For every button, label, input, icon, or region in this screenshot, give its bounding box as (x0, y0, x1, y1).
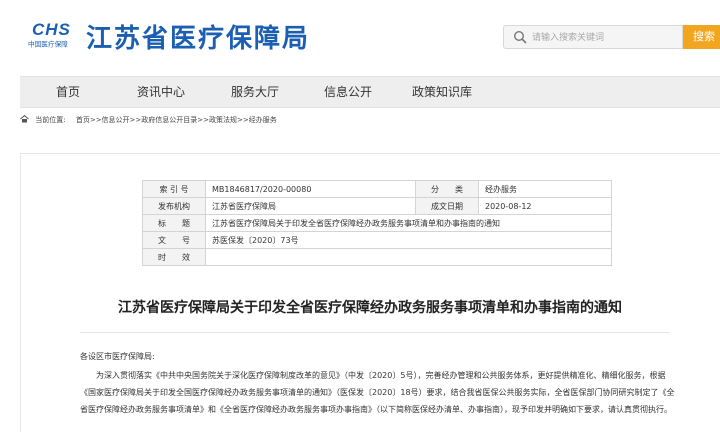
site-header: CHS 中国医疗保障 江苏省医疗保障局 搜索 (0, 0, 720, 76)
table-row: 文 号 苏医保发〔2020〕73号 (142, 231, 612, 249)
site-logo[interactable]: CHS 中国医疗保障 (28, 20, 78, 54)
site-title[interactable]: 江苏省医疗保障局 (86, 18, 310, 55)
category-label: 分 类 (415, 180, 479, 198)
document-salutation: 各设区市医疗保障局: (80, 352, 155, 361)
search-icon (513, 30, 527, 44)
document-body: 各设区市医疗保障局: 为深入贯彻落实《中共中央国务院关于深化医疗保障制度改革的意… (80, 348, 676, 418)
document-paragraph: 为深入贯彻落实《中共中央国务院关于深化医疗保障制度改革的意见》（中发〔2020〕… (80, 371, 675, 414)
table-row: 发布机构 江苏省医疗保障局 成文日期 2020-08-12 (142, 197, 612, 215)
table-row: 时 效 (142, 248, 612, 266)
document-info-table: 索 引 号 MB1846817/2020-00080 分 类 经办服务 发布机构… (142, 180, 612, 266)
nav-item-policy-library[interactable]: 政策知识库 (412, 77, 472, 107)
category-value: 经办服务 (478, 180, 612, 198)
nav-item-news[interactable]: 资讯中心 (137, 77, 185, 107)
validity-label: 时 效 (142, 248, 206, 266)
date-value: 2020-08-12 (478, 197, 612, 215)
nav-item-home[interactable]: 首页 (56, 77, 80, 107)
nav-item-service-hall[interactable]: 服务大厅 (231, 77, 279, 107)
subject-label: 标 题 (142, 214, 206, 232)
issuer-label: 发布机构 (142, 197, 206, 215)
issuer-value: 江苏省医疗保障局 (205, 197, 416, 215)
search-input[interactable] (532, 29, 677, 45)
nav-item-info-disclosure[interactable]: 信息公开 (324, 77, 372, 107)
index-label: 索 引 号 (142, 180, 206, 198)
validity-value (205, 248, 612, 266)
breadcrumb: 当前位置: 首页>>信息公开>>政府信息公开目录>>政策法规>>经办服务 (20, 112, 277, 128)
docno-label: 文 号 (142, 231, 206, 249)
table-row: 标 题 江苏省医疗保障局关于印发全省医疗保障经办政务服务事项清单和办事指南的通知 (142, 214, 612, 232)
search-box (503, 25, 683, 49)
home-icon (20, 115, 29, 123)
title-divider (80, 332, 670, 333)
main-nav: 首页 资讯中心 服务大厅 信息公开 政策知识库 (20, 76, 720, 108)
breadcrumb-path[interactable]: 首页>>信息公开>>政府信息公开目录>>政策法规>>经办服务 (76, 116, 277, 124)
subject-value: 江苏省医疗保障局关于印发全省医疗保障经办政务服务事项清单和办事指南的通知 (205, 214, 612, 232)
logo-subtitle: 中国医疗保障 (28, 40, 68, 49)
table-row: 索 引 号 MB1846817/2020-00080 分 类 经办服务 (142, 180, 612, 198)
search-button[interactable]: 搜索 (683, 25, 720, 49)
index-value: MB1846817/2020-00080 (205, 180, 416, 198)
docno-value: 苏医保发〔2020〕73号 (205, 231, 612, 249)
logo-mark: CHS (32, 20, 71, 39)
date-label: 成文日期 (415, 197, 479, 215)
breadcrumb-label: 当前位置: (35, 116, 66, 124)
document-title: 江苏省医疗保障局关于印发全省医疗保障经办政务服务事项清单和办事指南的通知 (118, 300, 622, 316)
